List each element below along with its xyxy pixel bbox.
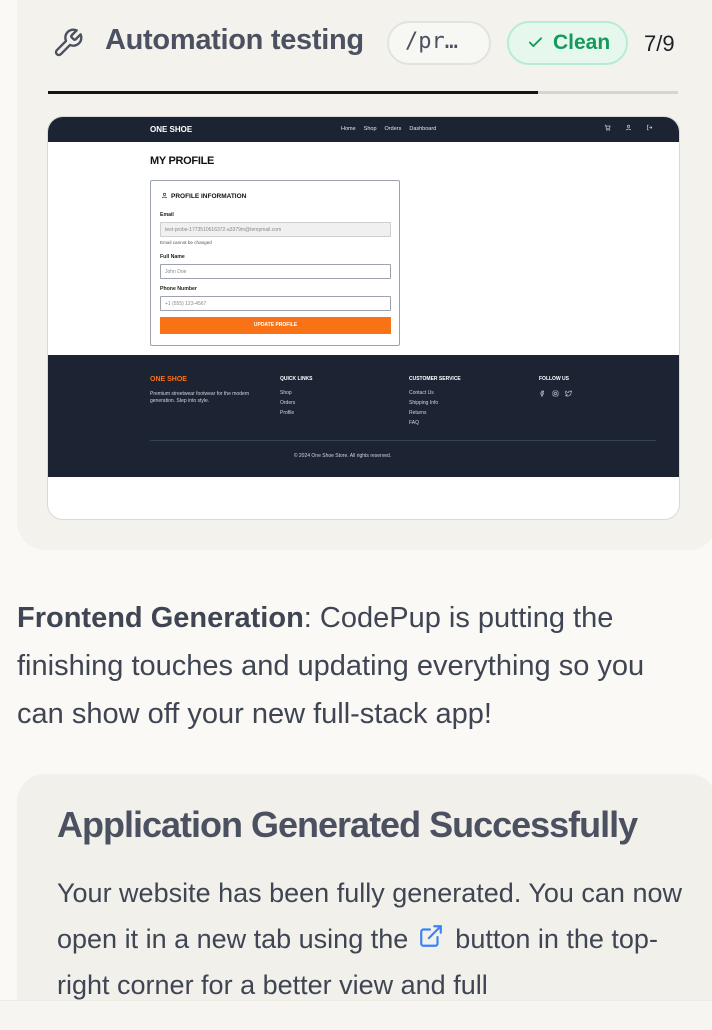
preview-nav-orders[interactable]: Orders [385, 126, 402, 132]
status-badge-label: Clean [553, 31, 611, 54]
footer-follow: FOLLOW US [539, 376, 572, 397]
status-badge: Clean [507, 21, 628, 65]
check-icon [528, 37, 543, 47]
progress-fill [48, 91, 539, 94]
footer-link-shop[interactable]: Shop [280, 390, 313, 396]
preview-nav-icons [604, 124, 653, 131]
logout-icon[interactable] [646, 124, 653, 131]
path-pill[interactable]: /pr… [387, 21, 491, 65]
footer-description: Premium streetwear footwear for the mode… [150, 391, 250, 404]
footer-customer-service: CUSTOMER SERVICE Contact Us Shipping Inf… [409, 376, 461, 430]
footer-link-shipping[interactable]: Shipping Info [409, 400, 461, 406]
follow-heading: FOLLOW US [539, 376, 569, 382]
preview-nav-shop[interactable]: Shop [364, 126, 377, 132]
full-name-label: Full Name [160, 254, 185, 260]
app-preview[interactable]: ONE SHOE Home Shop Orders Dashboard MY P… [47, 116, 680, 520]
step-counter: 7/9 [644, 31, 675, 56]
preview-nav-links: Home Shop Orders Dashboard [341, 126, 436, 132]
footer-link-profile[interactable]: Profile [280, 410, 313, 416]
email-note: Email cannot be changed [160, 240, 212, 245]
preview-footer: ONE SHOE Premium streetwear footwear for… [48, 355, 679, 477]
footer-link-faq[interactable]: FAQ [409, 420, 461, 426]
email-field: test-probe-1773510616372-a3379m@tempmail… [160, 222, 391, 237]
twitter-icon[interactable] [565, 390, 572, 397]
profile-card-heading: PROFILE INFORMATION [161, 192, 246, 200]
user-icon [161, 192, 168, 199]
phone-field[interactable]: +1 (555) 123-4567 [160, 296, 391, 311]
bottom-bar [0, 1000, 712, 1030]
status-message: Frontend Generation: CodePup is putting … [17, 594, 697, 738]
instagram-icon[interactable] [552, 390, 559, 397]
progress-bar [48, 91, 678, 94]
user-icon[interactable] [625, 124, 632, 131]
footer-quick-links: QUICK LINKS Shop Orders Profile [280, 376, 313, 420]
status-message-bold: Frontend Generation [17, 602, 304, 634]
update-profile-button[interactable]: UPDATE PROFILE [160, 317, 391, 334]
footer-link-returns[interactable]: Returns [409, 410, 461, 416]
preview-page-title: MY PROFILE [150, 155, 215, 167]
preview-nav-dashboard[interactable]: Dashboard [409, 126, 436, 132]
success-card-body: Your website has been fully generated. Y… [57, 870, 697, 1008]
quick-links-heading: QUICK LINKS [280, 376, 313, 382]
footer-brand: ONE SHOE [150, 376, 187, 383]
external-link-icon [419, 925, 442, 947]
wrench-icon [54, 28, 83, 57]
preview-navbar: ONE SHOE Home Shop Orders Dashboard [48, 117, 679, 142]
full-name-field[interactable]: John Doe [160, 264, 391, 279]
preview-nav-home[interactable]: Home [341, 126, 356, 132]
cart-icon[interactable] [604, 124, 611, 131]
footer-divider [150, 440, 656, 441]
preview-brand[interactable]: ONE SHOE [150, 125, 192, 134]
social-icons [539, 390, 572, 397]
customer-service-heading: CUSTOMER SERVICE [409, 376, 461, 382]
profile-card-heading-text: PROFILE INFORMATION [171, 193, 247, 200]
success-card-title: Application Generated Successfully [57, 804, 638, 845]
phone-label: Phone Number [160, 286, 197, 292]
profile-card: PROFILE INFORMATION Email test-probe-177… [150, 180, 400, 346]
step-title: Automation testing [105, 24, 364, 56]
footer-link-orders[interactable]: Orders [280, 400, 313, 406]
facebook-icon[interactable] [539, 390, 546, 397]
footer-copyright: © 2024 One Shoe Store. All rights reserv… [293, 453, 392, 459]
email-label: Email [160, 212, 174, 218]
footer-link-contact[interactable]: Contact Us [409, 390, 461, 396]
automation-header: Automation testing /pr… Clean 7/9 [0, 0, 712, 94]
